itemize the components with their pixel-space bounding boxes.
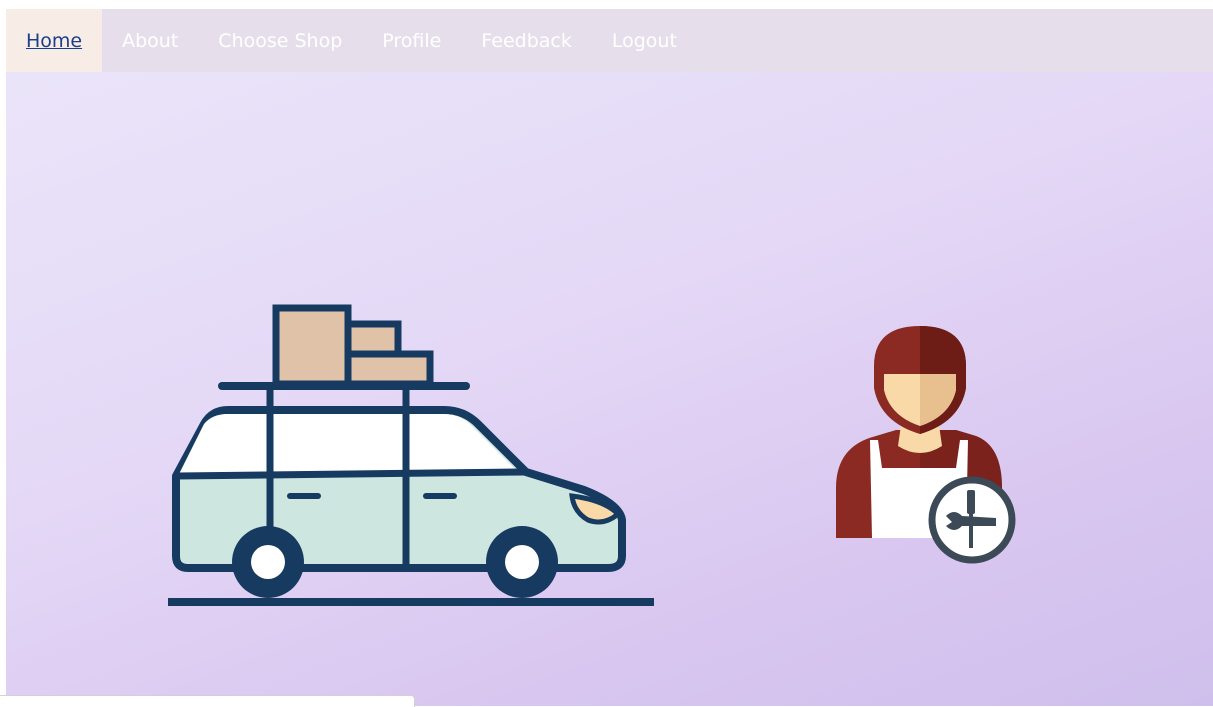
nav-home-link[interactable]: Home [6, 9, 103, 72]
cargo-box-small-top [344, 320, 402, 358]
cargo-box-small-bottom [344, 350, 434, 388]
mechanic-with-tools-icon [836, 326, 1016, 564]
car-windows [178, 414, 518, 476]
nav-logout-link[interactable]: Logout [592, 9, 697, 72]
nav-feedback-link[interactable]: Feedback [461, 9, 591, 72]
window-top-edge [0, 0, 1213, 9]
wheel-rear-hub [251, 545, 285, 579]
nav-about-link[interactable]: About [102, 9, 198, 72]
belt-line [177, 468, 525, 480]
wheel-front-hub [505, 545, 539, 579]
ground-line [168, 598, 654, 606]
status-strip [0, 695, 415, 707]
car-with-roof-cargo-icon [168, 304, 654, 606]
nav-profile-link[interactable]: Profile [362, 9, 461, 72]
cargo-box-large [272, 304, 352, 388]
screwdriver-icon [967, 490, 975, 514]
nav-choose-shop-link[interactable]: Choose Shop [198, 9, 362, 72]
top-navbar: Home About Choose Shop Profile Feedback … [6, 9, 1213, 72]
